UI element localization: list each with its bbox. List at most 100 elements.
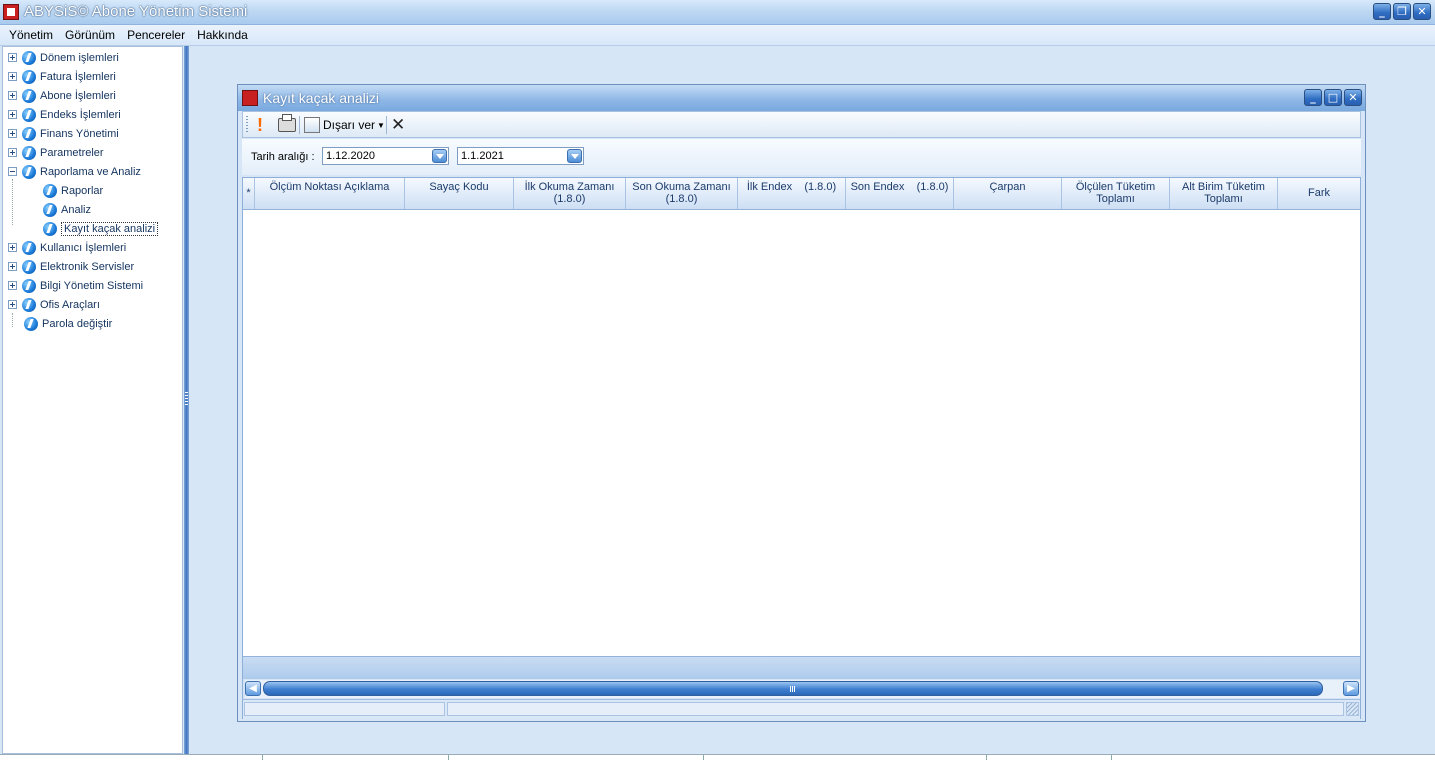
export-label: Dışarı ver xyxy=(323,118,376,132)
run-button[interactable]: ! xyxy=(257,115,263,135)
panel-splitter[interactable] xyxy=(184,46,189,754)
report-window-title: Kayıt kaçak analizi xyxy=(263,90,379,106)
end-date-picker[interactable]: 1.1.2021 xyxy=(457,147,584,165)
grid-footer xyxy=(243,656,1360,679)
horizontal-scrollbar[interactable]: ◀ ▶ xyxy=(245,680,1360,698)
column-header-ilk-endex[interactable]: İlk Endex (1.8.0) xyxy=(738,178,846,209)
nav-item-bilgi-yonetim-sistemi[interactable]: Bilgi Yönetim Sistemi xyxy=(8,276,143,295)
lightning-icon xyxy=(22,259,36,274)
printer-icon xyxy=(278,114,296,132)
report-toolbar: ! Dışarı ver ▼ ✕ xyxy=(242,111,1361,138)
lightning-icon xyxy=(22,88,36,103)
expand-icon[interactable] xyxy=(8,91,17,100)
child-maximize-button[interactable]: □ xyxy=(1324,89,1342,106)
task-strip-segment[interactable] xyxy=(449,755,704,760)
expand-icon[interactable] xyxy=(8,53,17,62)
nav-item-kullanici-islemleri[interactable]: Kullanıcı İşlemleri xyxy=(8,238,126,257)
lightning-icon xyxy=(43,183,57,198)
nav-item-ofis-araclari[interactable]: Ofis Araçları xyxy=(8,295,100,314)
print-button[interactable] xyxy=(278,114,296,135)
nav-item-parola-degistir[interactable]: Parola değiştir xyxy=(24,314,112,333)
child-minimize-button[interactable]: _ xyxy=(1304,89,1322,106)
expand-icon[interactable] xyxy=(8,148,17,157)
close-button[interactable]: ✕ xyxy=(1413,3,1431,20)
filter-panel: Tarih aralığı : 1.12.2020 1.1.2021 xyxy=(242,139,1361,175)
column-header-olcum-noktasi[interactable]: Ölçüm Noktası Açıklama xyxy=(255,178,405,209)
chevron-down-icon: ▼ xyxy=(377,120,385,130)
expand-icon[interactable] xyxy=(8,281,17,290)
close-icon: ✕ xyxy=(391,115,406,134)
scroll-left-button[interactable]: ◀ xyxy=(245,681,261,696)
nav-item-raporlar[interactable]: Raporlar xyxy=(43,181,103,200)
lightning-icon xyxy=(22,164,36,179)
tree-connector xyxy=(12,179,13,225)
column-header-sayac-kodu[interactable]: Sayaç Kodu xyxy=(405,178,514,209)
minimize-button[interactable]: _ xyxy=(1373,3,1391,20)
grid-body[interactable] xyxy=(243,210,1360,656)
menu-hakkinda[interactable]: Hakkında xyxy=(191,25,254,45)
nav-item-finans-yonetimi[interactable]: Finans Yönetimi xyxy=(8,124,119,143)
expand-icon[interactable] xyxy=(8,110,17,119)
expand-icon[interactable] xyxy=(8,72,17,81)
nav-item-endeks-islemleri[interactable]: Endeks İşlemleri xyxy=(8,105,121,124)
expand-icon[interactable] xyxy=(8,262,17,271)
row-indicator-header[interactable]: * xyxy=(243,178,255,209)
export-dropdown-button[interactable]: Dışarı ver ▼ xyxy=(304,115,385,135)
column-header-olculen-tuketim[interactable]: Ölçülen Tüketim Toplamı xyxy=(1062,178,1170,209)
task-strip-segment[interactable] xyxy=(0,755,263,760)
toolbar-grip[interactable] xyxy=(246,116,248,134)
column-header-ilk-okuma-zamani[interactable]: İlk Okuma Zamanı (1.8.0) xyxy=(514,178,626,209)
date-range-label: Tarih aralığı : xyxy=(251,151,315,163)
menu-gorunum[interactable]: Görünüm xyxy=(59,25,121,45)
menu-yonetim[interactable]: Yönetim xyxy=(0,25,59,45)
column-header-alt-birim-tuketim[interactable]: Alt Birim Tüketim Toplamı xyxy=(1170,178,1278,209)
column-header-fark[interactable]: Fark xyxy=(1278,178,1360,209)
nav-item-abone-islemleri[interactable]: Abone İşlemleri xyxy=(8,86,116,105)
app-title-bar[interactable]: ABYSiS© Abone Yönetim Sistemi _ ❐ ✕ xyxy=(0,0,1435,25)
grid-status-bar xyxy=(243,699,1360,719)
expand-icon[interactable] xyxy=(8,300,17,309)
expand-icon[interactable] xyxy=(8,129,17,138)
app-logo-icon xyxy=(3,4,19,20)
column-header-carpan[interactable]: Çarpan xyxy=(954,178,1062,209)
expand-icon[interactable] xyxy=(8,243,17,252)
restore-button[interactable]: ❐ xyxy=(1393,3,1411,20)
export-icon xyxy=(304,117,320,133)
scroll-thumb[interactable] xyxy=(263,681,1323,696)
start-date-picker[interactable]: 1.12.2020 xyxy=(322,147,449,165)
toolbar-separator xyxy=(299,116,300,134)
window-controls: _ ❐ ✕ xyxy=(1373,3,1431,20)
child-window-controls: _ □ ✕ xyxy=(1304,89,1362,106)
lightning-icon xyxy=(22,126,36,141)
menu-pencereler[interactable]: Pencereler xyxy=(121,25,191,45)
column-header-son-endex[interactable]: Son Endex (1.8.0) xyxy=(846,178,954,209)
toolbar-separator xyxy=(386,116,387,134)
resize-grip-icon[interactable] xyxy=(1346,702,1359,716)
lightning-icon xyxy=(22,145,36,160)
lightning-icon xyxy=(22,297,36,312)
nav-item-raporlama-ve-analiz[interactable]: Raporlama ve Analiz xyxy=(8,162,141,181)
task-strip-segment[interactable] xyxy=(263,755,449,760)
close-report-button[interactable]: ✕ xyxy=(391,115,405,135)
window-task-strip xyxy=(0,754,1435,760)
task-strip-segment[interactable] xyxy=(987,755,1112,760)
child-close-button[interactable]: ✕ xyxy=(1344,89,1362,106)
nav-item-elektronik-servisler[interactable]: Elektronik Servisler xyxy=(8,257,134,276)
task-strip-segment[interactable] xyxy=(704,755,987,760)
lightning-icon xyxy=(22,69,36,84)
nav-item-fatura-islemleri[interactable]: Fatura İşlemleri xyxy=(8,67,116,86)
nav-item-kayit-kacak-analizi[interactable]: Kayıt kaçak analizi xyxy=(43,219,159,238)
scroll-right-button[interactable]: ▶ xyxy=(1343,681,1359,696)
tree-connector xyxy=(12,313,13,327)
nav-item-analiz[interactable]: Analiz xyxy=(43,200,91,219)
chevron-down-icon[interactable] xyxy=(432,149,447,163)
collapse-icon[interactable] xyxy=(8,167,17,176)
report-window-title-bar[interactable]: Kayıt kaçak analizi _ □ ✕ xyxy=(238,85,1365,111)
nav-item-parametreler[interactable]: Parametreler xyxy=(8,143,104,162)
column-header-son-okuma-zamani[interactable]: Son Okuma Zamanı (1.8.0) xyxy=(626,178,738,209)
nav-item-donem-islemleri[interactable]: Dönem işlemleri xyxy=(8,48,119,67)
chevron-down-icon[interactable] xyxy=(567,149,582,163)
exclamation-icon: ! xyxy=(257,114,263,135)
end-date-value: 1.1.2021 xyxy=(461,150,504,162)
status-panel xyxy=(244,702,445,716)
